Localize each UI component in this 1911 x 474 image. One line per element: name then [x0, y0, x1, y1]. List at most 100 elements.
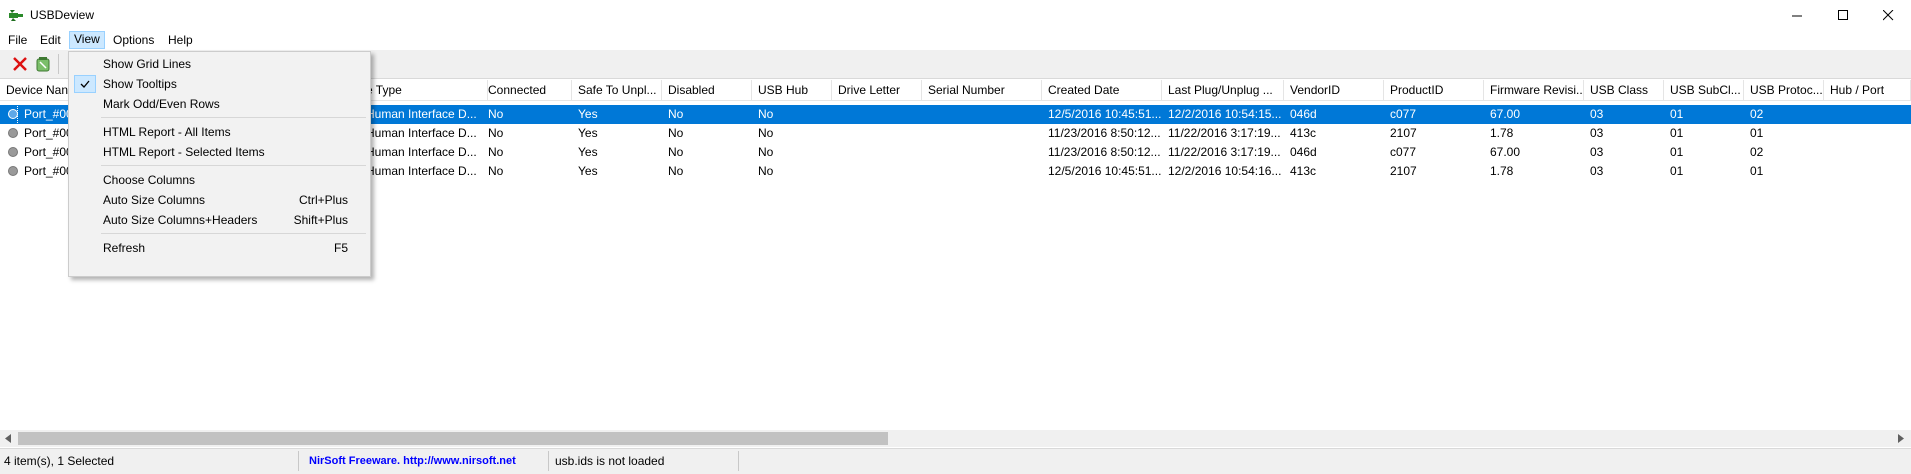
column-header-usb-subclass[interactable]: USB SubCl...: [1664, 80, 1744, 100]
menu-separator: [101, 233, 366, 234]
cell-usb-hub: No: [758, 145, 774, 159]
status-bar: 4 item(s), 1 Selected NirSoft Freeware. …: [0, 448, 1911, 474]
cell-usb-hub: No: [758, 126, 774, 140]
cell-usb-protocol: 02: [1750, 107, 1764, 121]
menu-item-shortcut: F5: [333, 241, 348, 255]
cell-created-date: 12/5/2016 10:45:51...: [1048, 164, 1162, 178]
column-header-drive-letter[interactable]: Drive Letter: [832, 80, 922, 100]
cell-device-type: Human Interface D...: [366, 145, 477, 159]
cell-usb-subclass: 01: [1670, 107, 1684, 121]
column-header-usb-class[interactable]: USB Class: [1584, 80, 1664, 100]
cell-device-name: Port_#00: [24, 145, 68, 159]
cell-vendor-id: 413c: [1290, 126, 1317, 140]
column-header-serial-number[interactable]: Serial Number: [922, 80, 1042, 100]
menu-options[interactable]: Options: [109, 32, 158, 48]
column-header-safe-to-unplug[interactable]: Safe To Unpl...: [572, 80, 662, 100]
checkmark-box: [74, 75, 96, 93]
status-separator: [738, 451, 739, 471]
cell-device-type: Human Interface D...: [366, 107, 477, 121]
cell-last-plug: 11/22/2016 3:17:19...: [1168, 126, 1281, 140]
column-header-usb-protocol[interactable]: USB Protoc...: [1744, 80, 1824, 100]
column-header-disabled[interactable]: Disabled: [662, 80, 752, 100]
column-header-hub-port[interactable]: Hub / Port: [1824, 80, 1911, 100]
column-header-vendor-id[interactable]: VendorID: [1284, 80, 1384, 100]
close-button[interactable]: [1865, 0, 1911, 30]
cell-usb-protocol: 01: [1750, 164, 1764, 178]
device-disconnected-icon: [8, 166, 18, 176]
cell-device-name: Port_#00: [17, 104, 69, 125]
status-usbids: usb.ids is not loaded: [555, 454, 665, 468]
menu-item-label: Show Grid Lines: [103, 57, 192, 71]
cell-safe-to-unplug: Yes: [578, 164, 598, 178]
cell-connected: No: [488, 126, 504, 140]
cell-created-date: 11/23/2016 8:50:12...: [1048, 145, 1161, 159]
status-separator: [548, 451, 549, 471]
menu-separator: [101, 165, 366, 166]
menu-item-show-grid-lines[interactable]: Show Grid Lines: [71, 54, 368, 74]
menu-item-auto-size-columns-headers[interactable]: Auto Size Columns+Headers Shift+Plus: [71, 210, 368, 230]
column-header-last-plug[interactable]: Last Plug/Unplug ...: [1162, 80, 1284, 100]
menu-item-choose-columns[interactable]: Choose Columns: [71, 170, 368, 190]
menu-item-refresh[interactable]: Refresh F5: [71, 238, 368, 258]
column-header-connected[interactable]: Connected: [482, 80, 572, 100]
menu-item-mark-odd-even-rows[interactable]: Mark Odd/Even Rows: [71, 94, 368, 114]
cell-last-plug: 11/22/2016 3:17:19...: [1168, 145, 1281, 159]
cell-product-id: c077: [1390, 145, 1417, 159]
usb-plug-icon: [9, 10, 23, 21]
menu-item-label: Auto Size Columns: [103, 193, 206, 207]
column-header-product-id[interactable]: ProductID: [1384, 80, 1484, 100]
cell-usb-class: 03: [1590, 164, 1604, 178]
uninstall-icon[interactable]: [34, 55, 52, 73]
cell-safe-to-unplug: Yes: [578, 126, 598, 140]
cell-safe-to-unplug: Yes: [578, 145, 598, 159]
cell-product-id: 2107: [1390, 126, 1417, 140]
scroll-right-icon[interactable]: [1897, 434, 1906, 443]
cell-disabled: No: [668, 164, 684, 178]
menu-item-label: Choose Columns: [103, 173, 196, 187]
menu-edit[interactable]: Edit: [36, 32, 65, 48]
cell-usb-subclass: 01: [1670, 145, 1684, 159]
menu-file[interactable]: File: [4, 32, 31, 48]
view-menu-dropdown: Show Grid Lines Show Tooltips Mark Odd/E…: [68, 51, 371, 277]
title-bar: USBDeview: [0, 0, 1911, 30]
column-header-device-type[interactable]: e Type: [360, 80, 488, 100]
cell-created-date: 12/5/2016 10:45:51...: [1048, 107, 1162, 121]
cell-usb-class: 03: [1590, 126, 1604, 140]
status-item-count: 4 item(s), 1 Selected: [4, 454, 115, 468]
cell-connected: No: [488, 164, 504, 178]
device-connected-icon: [8, 109, 18, 119]
window-title: USBDeview: [30, 8, 95, 22]
menu-item-label: Refresh: [103, 241, 146, 255]
menu-item-html-report-selected[interactable]: HTML Report - Selected Items: [71, 142, 368, 162]
menu-item-show-tooltips[interactable]: Show Tooltips: [71, 74, 368, 94]
column-header-device-name[interactable]: Device Nan: [0, 80, 72, 100]
menu-separator: [101, 117, 366, 118]
maximize-button[interactable]: [1820, 0, 1866, 30]
cell-firmware-revision: 1.78: [1490, 126, 1514, 140]
horizontal-scrollbar[interactable]: [0, 430, 1911, 447]
cell-device-type: Human Interface D...: [366, 126, 477, 140]
menu-item-shortcut: Shift+Plus: [293, 213, 348, 227]
cell-vendor-id: 046d: [1290, 145, 1317, 159]
column-header-created-date[interactable]: Created Date: [1042, 80, 1162, 100]
minimize-button[interactable]: [1774, 0, 1820, 30]
cell-disabled: No: [668, 107, 684, 121]
scrollbar-thumb[interactable]: [18, 432, 888, 445]
nirsoft-link[interactable]: NirSoft Freeware. http://www.nirsoft.net: [309, 453, 516, 469]
delete-x-icon[interactable]: [11, 55, 29, 73]
cell-firmware-revision: 67.00: [1490, 145, 1521, 159]
column-header-firmware-revision[interactable]: Firmware Revisi...: [1484, 80, 1584, 100]
close-icon: [1882, 9, 1893, 20]
cell-connected: No: [488, 107, 504, 121]
cell-device-name: Port_#00: [24, 164, 68, 178]
menu-help[interactable]: Help: [164, 32, 197, 48]
maximize-icon: [1837, 9, 1848, 20]
cell-last-plug: 12/2/2016 10:54:16...: [1168, 164, 1282, 178]
cell-device-type: Human Interface D...: [366, 164, 477, 178]
menu-item-label: HTML Report - Selected Items: [103, 145, 265, 159]
menu-item-html-report-all[interactable]: HTML Report - All Items: [71, 122, 368, 142]
column-header-usb-hub[interactable]: USB Hub: [752, 80, 832, 100]
scroll-left-icon[interactable]: [4, 434, 13, 443]
menu-item-auto-size-columns[interactable]: Auto Size Columns Ctrl+Plus: [71, 190, 368, 210]
menu-view[interactable]: View: [69, 31, 105, 49]
